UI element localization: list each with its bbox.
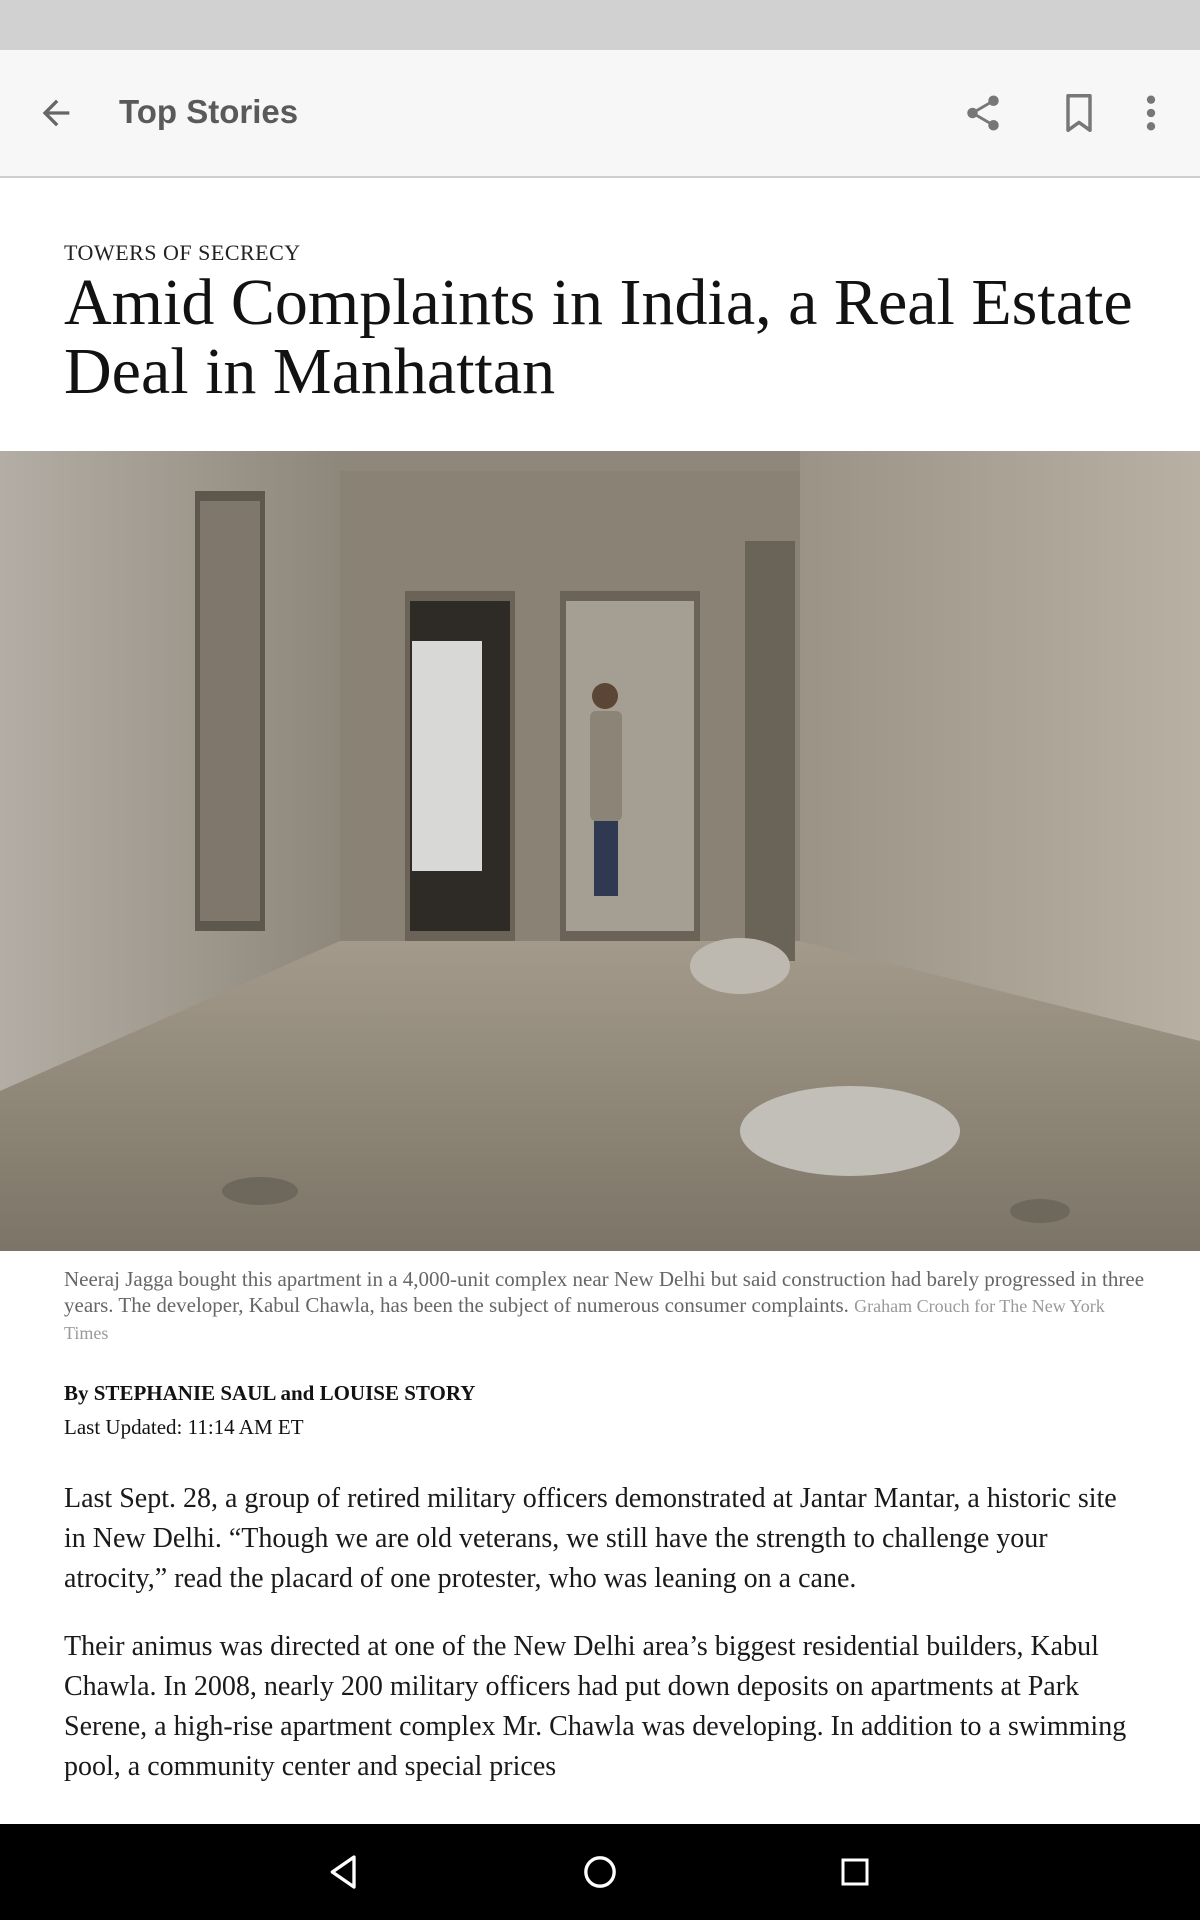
image-caption: Neeraj Jagga bought this apartment in a … [64, 1266, 1144, 1346]
article-headline: Amid Complaints in India, a Real Estate … [64, 266, 1133, 408]
arrow-left-icon [42, 99, 70, 127]
article-body: Last Sept. 28, a group of retired milita… [64, 1479, 1144, 1824]
article-byline: By STEPHANIE SAUL and LOUISE STORY [64, 1381, 476, 1405]
app-bar: Top Stories [0, 50, 1200, 178]
unfinished-apartment-photo [0, 451, 1200, 1251]
bookmark-button[interactable] [1049, 83, 1109, 143]
article-paragraph: Their animus was directed at one of the … [64, 1631, 1127, 1782]
nav-home-icon [584, 1856, 616, 1888]
bookmark-icon [1066, 93, 1092, 133]
status-bar [0, 0, 1200, 50]
article-hero-image[interactable] [0, 451, 1200, 1251]
nav-back-button[interactable] [314, 1842, 374, 1902]
nav-back-icon [330, 1855, 356, 1889]
article-kicker[interactable]: TOWERS OF SECRECY [64, 240, 301, 266]
nav-home-button[interactable] [570, 1842, 630, 1902]
system-nav-bar [0, 1824, 1200, 1920]
section-title: Top Stories [119, 93, 299, 130]
share-button[interactable] [953, 83, 1013, 143]
nav-recents-icon [841, 1858, 869, 1886]
more-options-button[interactable] [1121, 83, 1181, 143]
more-vert-icon [1146, 95, 1156, 131]
nav-recents-button[interactable] [825, 1842, 885, 1902]
back-button[interactable] [26, 83, 86, 143]
article-paragraph: Last Sept. 28, a group of retired milita… [64, 1483, 1117, 1594]
share-icon [967, 95, 999, 131]
article-timestamp: Last Updated: 11:14 AM ET [64, 1415, 304, 1439]
